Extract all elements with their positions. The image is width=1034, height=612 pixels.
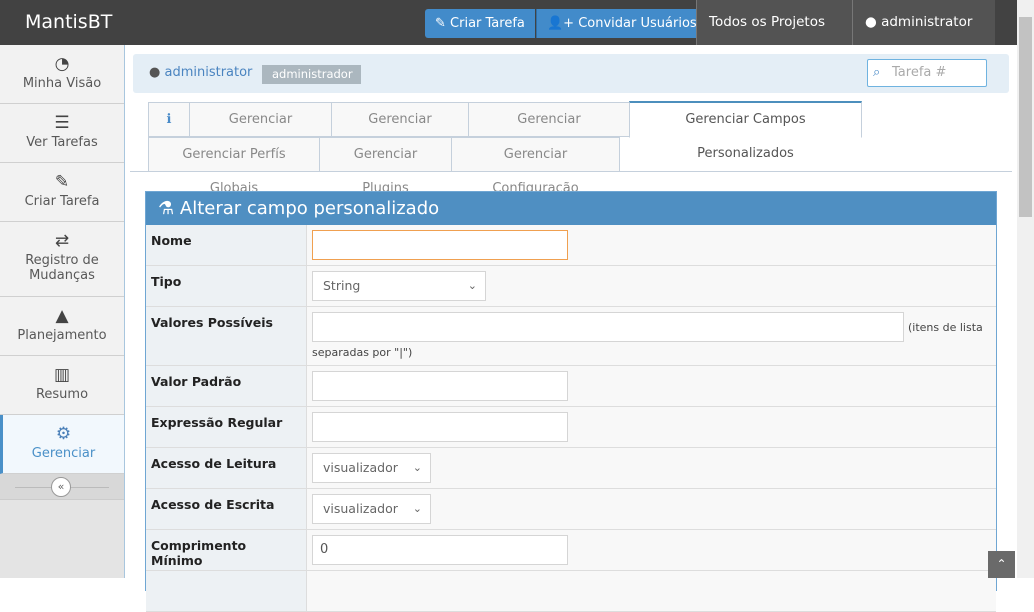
label-name: Nome: [146, 225, 307, 265]
retweet-icon: ⇄: [54, 231, 70, 251]
tab-manage-users[interactable]: Gerenciar Usuários: [189, 102, 332, 161]
bar-chart-icon: ▥: [53, 365, 71, 385]
chevron-down-icon: ⌄: [412, 502, 422, 515]
sidebar-item-view-tasks[interactable]: ☰ Ver Tarefas: [0, 104, 124, 163]
possible-values-input[interactable]: [312, 312, 904, 342]
sidebar-item-my-view[interactable]: ◔ Minha Visão: [0, 45, 124, 104]
tab-info[interactable]: ℹ: [148, 102, 190, 137]
scrollbar-thumb[interactable]: [1019, 17, 1032, 217]
sidebar: ◔ Minha Visão ☰ Ver Tarefas ✎ Criar Tarefa …: [0, 45, 125, 578]
dashboard-icon: ◔: [54, 54, 70, 74]
write-access-select[interactable]: visualizador ⌄: [312, 494, 431, 524]
gears-icon: ⚙: [55, 424, 72, 444]
label-default-value: Valor Padrão: [146, 366, 307, 406]
default-value-input[interactable]: [312, 371, 568, 401]
possible-values-hint: (itens de lista: [908, 320, 983, 334]
back-to-top-button[interactable]: ⌃: [988, 551, 1015, 578]
road-icon: ▲: [55, 306, 69, 326]
tab-manage-tags[interactable]: Gerenciar Marcadores: [468, 102, 630, 161]
tab-manage-projects[interactable]: Gerenciar Projetos: [331, 102, 469, 161]
invite-users-button[interactable]: 👤+ Convidar Usuários: [536, 9, 707, 38]
tab-manage-config[interactable]: Gerenciar Configuração: [451, 137, 620, 196]
navbar: MantisBT ✎ Criar Tarefa 👤+ Convidar Usuá…: [0, 0, 1017, 75]
form-header: ⚗ Alterar campo personalizado: [146, 192, 996, 225]
label-type: Tipo: [146, 266, 307, 306]
sidebar-item-manage[interactable]: ⚙ Gerenciar: [0, 415, 124, 474]
label-write-access: Acesso de Escrita: [146, 489, 307, 529]
flask-icon: ⚗: [158, 198, 175, 219]
create-task-button[interactable]: ✎ Criar Tarefa: [425, 9, 535, 38]
edit-icon: ✎: [435, 16, 451, 31]
divider: [130, 171, 1012, 172]
user-icon: ●: [149, 65, 161, 80]
scrollbar[interactable]: [1017, 0, 1034, 578]
double-up-icon: ⌃: [996, 557, 1007, 571]
tab-manage-global-profiles[interactable]: Gerenciar Perfís Globais: [148, 137, 320, 196]
sidebar-item-summary[interactable]: ▥ Resumo: [0, 356, 124, 415]
type-select[interactable]: String ⌄: [312, 271, 486, 301]
possible-values-hint-2: separadas por "|"): [312, 346, 413, 359]
project-dropdown[interactable]: Todos os Projetos ⌄: [696, 0, 852, 75]
label-regex: Expressão Regular: [146, 407, 307, 447]
list-icon: ☰: [54, 113, 70, 133]
min-length-input[interactable]: 0: [312, 535, 568, 565]
user-plus-icon: 👤+: [547, 16, 579, 31]
role-badge: administrador: [262, 65, 361, 84]
custom-field-form: ⚗ Alterar campo personalizado Nome Tipo S…: [145, 191, 997, 612]
label-possible-values: Valores Possíveis: [146, 307, 307, 365]
regex-input[interactable]: [312, 412, 568, 442]
search-icon: ⌕: [873, 65, 881, 80]
label-next: [146, 571, 307, 611]
tab-manage-custom-fields[interactable]: Gerenciar Campos Personalizados: [629, 101, 862, 161]
edit-icon: ✎: [54, 172, 70, 192]
sidebar-collapse: «: [0, 474, 124, 500]
sidebar-item-roadmap[interactable]: ▲ Planejamento: [0, 297, 124, 356]
breadcrumb-user[interactable]: ● administrator: [149, 65, 252, 80]
label-min-length: Comprimento Mínimo: [146, 530, 307, 570]
task-search-input[interactable]: ⌕ Tarefa #: [867, 59, 987, 87]
user-icon: ●: [865, 14, 877, 30]
read-access-select[interactable]: visualizador ⌄: [312, 453, 431, 483]
brand-logo[interactable]: MantisBT: [25, 11, 112, 33]
chevron-down-icon: ⌄: [467, 279, 477, 292]
name-input[interactable]: [312, 230, 568, 260]
breadcrumb: ● administrator administrador ⌕ Tarefa #: [133, 54, 1009, 93]
chevron-down-icon: ⌄: [412, 461, 422, 474]
tab-manage-plugins[interactable]: Gerenciar Plugins: [319, 137, 452, 196]
label-read-access: Acesso de Leitura: [146, 448, 307, 488]
collapse-icon[interactable]: «: [51, 477, 71, 497]
sidebar-item-changelog[interactable]: ⇄ Registro de Mudanças: [0, 222, 124, 297]
user-dropdown[interactable]: ● administrator ⌄: [852, 0, 995, 75]
sidebar-item-create-task[interactable]: ✎ Criar Tarefa: [0, 163, 124, 222]
info-icon: ℹ: [166, 112, 172, 127]
